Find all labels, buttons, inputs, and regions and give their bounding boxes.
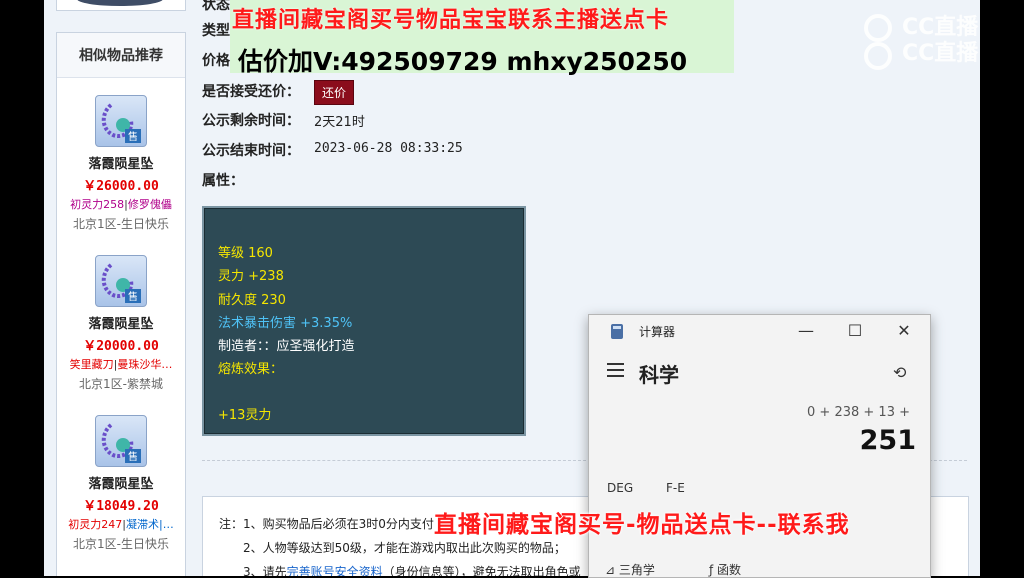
- history-icon[interactable]: ⟲: [893, 363, 906, 382]
- item-image-fragment: [77, 0, 163, 6]
- calculator-result: 251: [859, 425, 916, 456]
- sidebar-title: 相似物品推荐: [57, 33, 185, 78]
- calculator-expression: 0 + 238 + 13 +: [807, 405, 910, 420]
- stream-bottom-banner: 直播间藏宝阁买号-物品送点卡--联系我: [434, 512, 850, 538]
- end-time-label: 公示结束时间：: [202, 143, 300, 159]
- similar-items-sidebar: 相似物品推荐 售 落霞陨星坠 ￥26000.00 初灵力258|修罗傀儡 北京1…: [56, 32, 186, 576]
- maximize-button[interactable]: ☐: [840, 319, 870, 343]
- remaining-time-value: 2天21时: [314, 115, 365, 130]
- item-server: 北京1区-生日快乐: [73, 537, 169, 551]
- stat-spirit: 灵力 +238: [218, 269, 284, 284]
- item-attrs: 初灵力247|凝滞术|…: [68, 518, 174, 531]
- function-dropdown[interactable]: ƒ 函数: [709, 561, 741, 578]
- item-server: 北京1区-紫禁城: [79, 377, 163, 391]
- item-price: ￥18049.20: [83, 499, 159, 514]
- stat-durability: 耐久度 230: [218, 293, 286, 308]
- counter-offer-button[interactable]: 还价: [314, 80, 355, 105]
- cc-logo-icon: [864, 14, 892, 70]
- item-attrs: 初灵力258|修罗傀儡: [70, 198, 172, 211]
- type-label: 类型: [202, 23, 230, 39]
- pendant-icon[interactable]: 售: [95, 415, 147, 467]
- notice-line-2: 2、人物等级达到50级，才能在游戏内取出此次购买的物品；: [243, 541, 566, 555]
- stream-banner-line-2: 估价加V:492509729 mhxy250250: [238, 47, 688, 76]
- stat-maker: 制造者：：应圣强化打造: [218, 339, 355, 354]
- hamburger-menu-icon[interactable]: [607, 363, 624, 377]
- svg-text:售: 售: [128, 290, 138, 303]
- item-attrs: 笑里藏刀|曼珠沙华…: [69, 358, 173, 371]
- minimize-button[interactable]: —: [791, 319, 821, 343]
- similar-item-2[interactable]: 售 落霞陨星坠 ￥20000.00 笑里藏刀|曼珠沙华… 北京1区-紫禁城: [57, 255, 185, 392]
- svg-text:售: 售: [128, 130, 138, 143]
- remaining-time-label: 公示剩余时间：: [202, 113, 300, 129]
- similar-item-1[interactable]: 售 落霞陨星坠 ￥26000.00 初灵力258|修罗傀儡 北京1区-生日快乐: [57, 95, 185, 232]
- item-stats-box: 等级 160 灵力 +238 耐久度 230 法术暴击伤害 +3.35% 制造者…: [202, 206, 526, 436]
- stream-banner-line-1: 直播间藏宝阁买号物品宝宝联系主播送点卡: [232, 8, 670, 33]
- svg-text:售: 售: [128, 450, 138, 463]
- calculator-titlebar[interactable]: 计算器 — ☐ ✕: [589, 315, 930, 347]
- fe-toggle-button[interactable]: F-E: [666, 481, 685, 495]
- stat-level: 等级 160: [218, 246, 273, 261]
- item-server: 北京1区-生日快乐: [73, 217, 169, 231]
- status-label: 状态: [202, 0, 230, 13]
- stat-refine-value: +13灵力: [218, 408, 272, 423]
- counter-offer-label: 是否接受还价：: [202, 84, 300, 100]
- item-name[interactable]: 落霞陨星坠: [57, 153, 185, 172]
- notice-line-3: 3、请先完善账号安全资料（身份信息等），避免无法取出角色或: [243, 563, 581, 576]
- item-price: ￥20000.00: [83, 339, 159, 354]
- calculator-title: 计算器: [639, 325, 676, 339]
- attributes-label: 属性：: [202, 173, 244, 189]
- price-label: 价格: [202, 53, 230, 69]
- cc-live-watermark: CC直播 CC直播: [858, 14, 1018, 74]
- pendant-icon[interactable]: 售: [95, 255, 147, 307]
- deg-toggle-button[interactable]: DEG: [607, 481, 633, 495]
- stat-refine-label: 熔炼效果：: [218, 362, 284, 377]
- sidebar-top-fragment: [56, 0, 186, 11]
- pendant-icon[interactable]: 售: [95, 95, 147, 147]
- watermark-text-1: CC直播: [902, 15, 979, 40]
- item-price: ￥26000.00: [83, 179, 159, 194]
- stat-crit-damage: 法术暴击伤害 +3.35%: [218, 316, 353, 331]
- end-time-value: 2023-06-28 08:33:25: [314, 141, 463, 156]
- watermark-text-2: CC直播: [902, 41, 979, 66]
- calculator-mode-title: 科学: [639, 363, 679, 387]
- item-name[interactable]: 落霞陨星坠: [57, 313, 185, 332]
- security-info-link[interactable]: 完善账号安全资料: [287, 565, 383, 576]
- notice-line-1: 注：1、购买物品后必须在3时0分内支付: [219, 517, 434, 531]
- calculator-app-icon: [611, 324, 623, 339]
- close-button[interactable]: ✕: [889, 319, 919, 343]
- item-name[interactable]: 落霞陨星坠: [57, 473, 185, 492]
- trigonometry-dropdown[interactable]: ⊿ 三角学: [605, 561, 655, 578]
- similar-item-3[interactable]: 售 落霞陨星坠 ￥18049.20 初灵力247|凝滞术|… 北京1区-生日快乐: [57, 415, 185, 552]
